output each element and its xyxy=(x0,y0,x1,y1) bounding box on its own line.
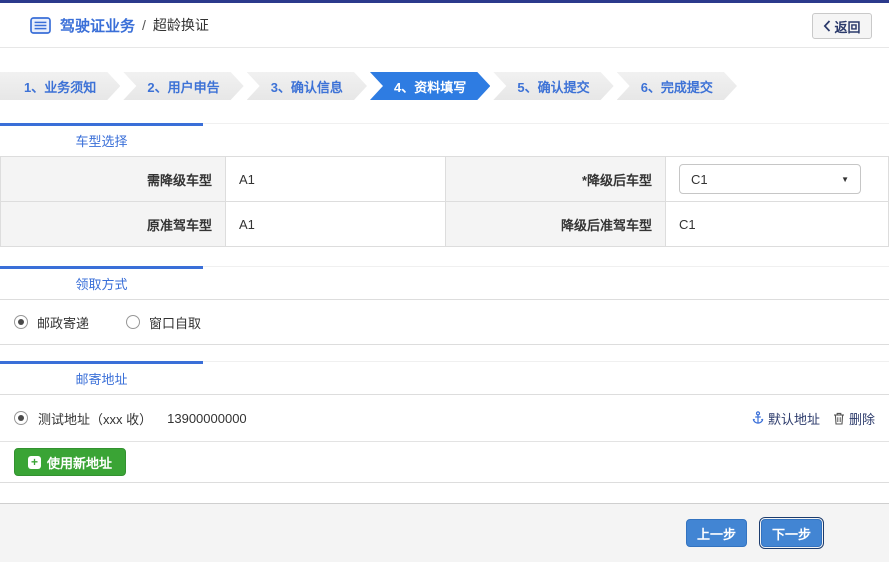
next-step-button[interactable]: 下一步 xyxy=(761,519,822,547)
section-title: 邮寄地址 xyxy=(0,369,203,388)
new-address-row: + 使用新地址 xyxy=(0,442,889,483)
anchor-icon xyxy=(752,411,764,425)
pickup-section-header: 领取方式 xyxy=(0,266,889,300)
default-address-link[interactable]: 默认地址 xyxy=(752,409,820,428)
vehicle-section-header: 车型选择 xyxy=(0,123,889,156)
back-button[interactable]: 返回 xyxy=(812,13,872,39)
pickup-option-postal[interactable]: 邮政寄递 xyxy=(14,313,89,332)
dropdown-arrow-icon: ▼ xyxy=(841,175,849,184)
step-wizard: 1、业务须知 2、用户申告 3、确认信息 4、资料填写 5、确认提交 6、完成提… xyxy=(0,72,737,100)
address-list-item: 测试地址（xxx 收） 13900000000 默认地址 xyxy=(0,395,889,442)
use-new-address-button[interactable]: + 使用新地址 xyxy=(14,448,126,476)
field-label-original-class: 原准驾车型 xyxy=(1,202,226,247)
wizard-footer: 上一步 下一步 xyxy=(0,503,889,562)
breadcrumb-separator: / xyxy=(142,17,146,33)
vehicle-type-section: 车型选择 需降级车型 A1 *降级后车型 C1 ▼ 原准驾车型 A1 降级后准驾… xyxy=(0,123,889,247)
menu-list-icon xyxy=(30,17,51,34)
pickup-option-label: 邮政寄递 xyxy=(37,313,89,332)
step-6-complete-submit[interactable]: 6、完成提交 xyxy=(617,72,737,100)
step-1-business-notice[interactable]: 1、业务须知 xyxy=(0,72,120,100)
field-value-downgraded-class: C1 xyxy=(666,202,889,247)
default-address-label: 默认地址 xyxy=(768,409,820,428)
breadcrumb-current: 超龄换证 xyxy=(153,15,209,35)
step-3-confirm-info[interactable]: 3、确认信息 xyxy=(247,72,367,100)
page-title: 驾驶证业务 xyxy=(60,15,135,36)
address-name: 测试地址（xxx 收） xyxy=(38,409,152,428)
step-4-fill-data[interactable]: 4、资料填写 xyxy=(370,72,490,100)
field-cell-after-downgrade: C1 ▼ xyxy=(666,157,889,202)
use-new-address-label: 使用新地址 xyxy=(47,453,112,472)
delete-address-label: 删除 xyxy=(849,409,875,428)
address-actions: 默认地址 删除 xyxy=(752,409,875,428)
page-header: 驾驶证业务 / 超龄换证 返回 xyxy=(0,3,889,48)
after-downgrade-select[interactable]: C1 ▼ xyxy=(679,164,861,194)
step-2-user-declaration[interactable]: 2、用户申告 xyxy=(123,72,243,100)
radio-address-selected[interactable] xyxy=(14,411,28,425)
pickup-option-window[interactable]: 窗口自取 xyxy=(126,313,201,332)
field-label-downgrade-needed: 需降级车型 xyxy=(1,157,226,202)
field-label-after-downgrade: *降级后车型 xyxy=(446,157,666,202)
vehicle-type-table: 需降级车型 A1 *降级后车型 C1 ▼ 原准驾车型 A1 降级后准驾车型 C1 xyxy=(0,156,889,247)
back-button-label: 返回 xyxy=(834,17,860,36)
field-value-original-class: A1 xyxy=(226,202,446,247)
address-section-header: 邮寄地址 xyxy=(0,361,889,395)
delete-address-link[interactable]: 删除 xyxy=(833,409,875,428)
plus-icon: + xyxy=(28,456,41,469)
section-title: 领取方式 xyxy=(0,274,203,293)
mailing-address-section: 邮寄地址 测试地址（xxx 收） 13900000000 默认地址 xyxy=(0,361,889,483)
previous-step-button[interactable]: 上一步 xyxy=(686,519,747,547)
chevron-left-icon xyxy=(823,20,831,32)
field-value-downgrade-needed: A1 xyxy=(226,157,446,202)
field-label-downgraded-class: 降级后准驾车型 xyxy=(446,202,666,247)
radio-postal-delivery[interactable] xyxy=(14,315,28,329)
pickup-option-label: 窗口自取 xyxy=(149,313,201,332)
step-5-confirm-submit[interactable]: 5、确认提交 xyxy=(493,72,613,100)
address-phone: 13900000000 xyxy=(167,411,247,426)
section-title: 车型选择 xyxy=(0,131,203,150)
radio-window-pickup[interactable] xyxy=(126,315,140,329)
trash-icon xyxy=(833,412,845,425)
select-value: C1 xyxy=(691,172,708,187)
pickup-method-section: 领取方式 邮政寄递 窗口自取 xyxy=(0,266,889,345)
pickup-options-row: 邮政寄递 窗口自取 xyxy=(0,300,889,345)
